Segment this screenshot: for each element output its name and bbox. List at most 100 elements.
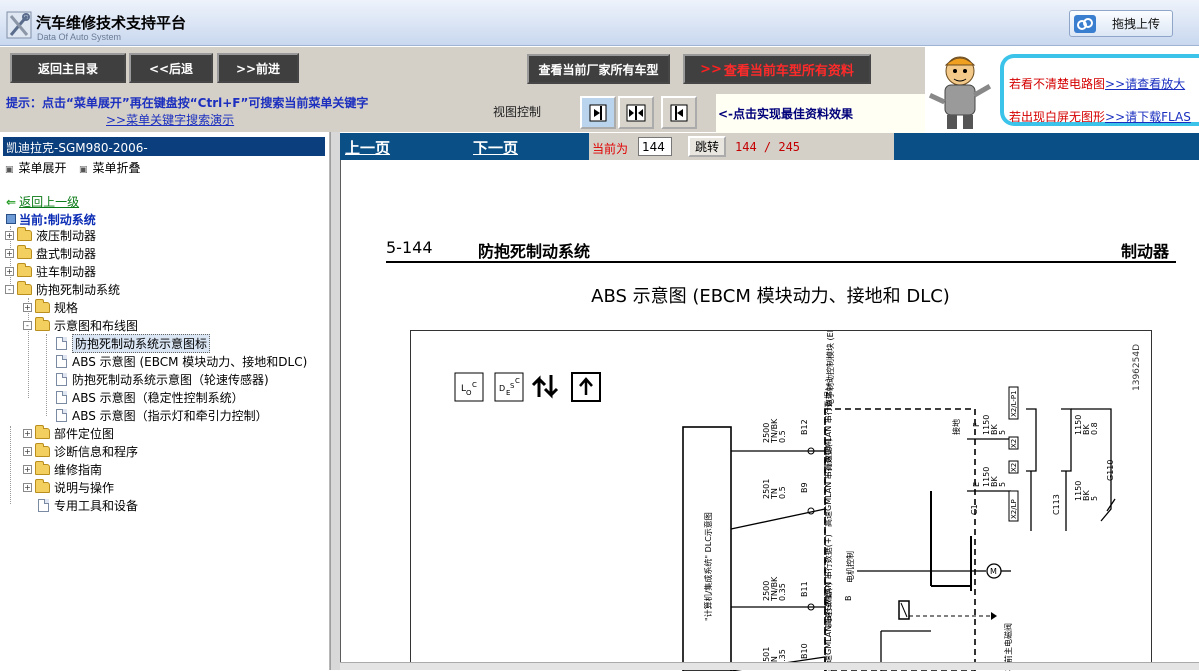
svg-text:5: 5	[998, 482, 1007, 487]
tree-item-abs-stability[interactable]: ABS 示意图（稳定性控制系统）	[56, 388, 244, 406]
jump-button[interactable]: 跳转	[688, 136, 726, 157]
motor-control-circuit: 电机控制 B M 右前主电磁阀	[844, 536, 1013, 671]
folder-icon	[17, 244, 32, 259]
open-folder-icon	[17, 280, 32, 295]
document-icon	[56, 354, 67, 368]
tree-item-hydraulic-brake[interactable]: + 液压制动器	[5, 226, 96, 244]
tree-item-label: 驻车制动器	[36, 264, 97, 279]
zoom-hint: 若看不清楚电路图>>请查看放大	[1009, 75, 1185, 92]
tree-item-label: 盘式制动器	[36, 246, 97, 261]
tree-item-abs-ebcm[interactable]: ABS 示意图 (EBCM 模块动力、接地和DLC)	[56, 352, 307, 370]
view-collapse-button[interactable]	[661, 96, 697, 129]
svg-text:B12: B12	[800, 419, 809, 435]
home-button[interactable]: 返回主目录	[10, 53, 126, 83]
drag-upload-label: 拖拽上传	[1112, 17, 1161, 31]
panel-splitter[interactable]	[330, 132, 340, 670]
page-section: 防抱死制动系统	[478, 242, 591, 261]
tree-item-label: 液压制动器	[36, 228, 97, 243]
tree-item-label: 示意图和布线图	[54, 318, 139, 333]
tree-item-parking-brake[interactable]: + 驻车制动器	[5, 262, 96, 280]
tree-item-disc-brake[interactable]: + 盘式制动器	[5, 244, 96, 262]
header-rule	[386, 261, 1176, 263]
svg-text:B9: B9	[800, 482, 809, 493]
tree-item-schematics[interactable]: - 示意图和布线图	[23, 316, 138, 334]
tree-item-label-selected: 防抱死制动系统示意图标	[72, 333, 211, 353]
collapse-minus-icon[interactable]: -	[23, 320, 32, 330]
expand-plus-icon[interactable]: +	[23, 428, 32, 438]
collapse-minus-icon[interactable]: -	[5, 284, 14, 294]
maker-models-button[interactable]: 查看当前厂家所有车型	[527, 54, 670, 84]
tree-item-abs[interactable]: - 防抱死制动系统	[5, 280, 120, 298]
best-effect-hint: <-点击实现最佳资料效果	[716, 94, 925, 133]
expand-plus-icon[interactable]: +	[23, 302, 32, 312]
tree-item-special-tools[interactable]: 专用工具和设备	[38, 496, 138, 514]
svg-text:B: B	[844, 596, 853, 602]
diagram-ref-code: 1396254D	[1132, 344, 1142, 391]
menu-expand-label: 菜单展开	[18, 161, 67, 175]
flash-download-link[interactable]: >>请下载FLAS	[1105, 110, 1191, 124]
current-model-label: 查看当前车型所有资料	[723, 63, 854, 79]
search-demo-link[interactable]: >>菜单关键字搜索演示	[106, 111, 234, 128]
menu-collapse-button[interactable]: ▣ 菜单折叠	[79, 159, 141, 176]
svg-text:O: O	[466, 389, 472, 397]
menu-expand-button[interactable]: ▣ 菜单展开	[5, 159, 67, 176]
svg-text:F: F	[972, 422, 981, 427]
svg-text:5: 5	[1090, 496, 1099, 501]
back-up-link[interactable]: ⇐ 返回上一级	[6, 193, 79, 210]
menu-collapse-label: 菜单折叠	[92, 161, 141, 175]
expand-plus-icon[interactable]: +	[5, 230, 14, 240]
tree-item-schematic-icons[interactable]: 防抱死制动系统示意图标	[56, 333, 211, 353]
menu-panel: 凯迪拉克-SGM980-2006- ▣ 菜单展开 ▣ 菜单折叠 ⇐ 返回上一级 当前:…	[0, 132, 330, 670]
expand-plus-icon[interactable]: +	[5, 248, 14, 258]
next-page-link[interactable]: 下一页	[473, 137, 518, 158]
folder-icon	[35, 424, 50, 439]
split-arrows-icon	[626, 104, 646, 121]
back-up-label: 返回上一级	[19, 195, 80, 209]
svg-text:电机控制: 电机控制	[845, 551, 855, 583]
horizontal-scrollbar[interactable]	[340, 662, 1199, 670]
tree-item-abs-wheel-speed[interactable]: 防抱死制动系统示意图（轮速传感器)	[56, 370, 269, 388]
collapse-square-icon: ▣	[79, 165, 88, 175]
expand-plus-icon[interactable]: +	[23, 464, 32, 474]
page-number-input[interactable]	[638, 137, 672, 156]
forward-button[interactable]: >>前进	[217, 53, 299, 83]
svg-text:B10: B10	[800, 643, 809, 659]
svg-text:0.8: 0.8	[1090, 422, 1099, 435]
tree-item-description[interactable]: + 说明与操作	[23, 478, 114, 496]
tree-item-repair-guide[interactable]: + 维修指南	[23, 460, 102, 478]
view-control-label: 视图控制	[493, 105, 542, 119]
expand-plus-icon[interactable]: +	[5, 266, 14, 276]
arrow-right-bar-icon	[589, 104, 607, 121]
svg-text:0.5: 0.5	[778, 430, 787, 443]
tools-logo-icon	[6, 11, 32, 39]
back-button[interactable]: <<后退	[129, 53, 213, 83]
zoom-link[interactable]: >>请查看放大	[1105, 77, 1185, 91]
tree-item-locations[interactable]: + 部件定位图	[23, 424, 114, 442]
view-expand-left-button[interactable]	[580, 96, 616, 129]
tree-item-specs[interactable]: + 规格	[23, 298, 78, 316]
view-split-button[interactable]	[618, 96, 654, 129]
prev-page-link[interactable]: 上一页	[345, 137, 390, 158]
current-model-prefix: >>	[700, 61, 722, 77]
current-model-button[interactable]: >> 查看当前车型所有资料	[683, 54, 871, 84]
drag-upload-button[interactable]: 拖拽上传	[1069, 10, 1173, 37]
tree-item-label: ABS 示意图（指示灯和牵引力控制）	[72, 408, 268, 423]
svg-text:E: E	[506, 389, 510, 397]
wiring-diagram: L O C D E S C 1396254D 电子制动控制模块 (EBCM) "…	[410, 330, 1152, 671]
tree-item-label: 防抱死制动系统示意图（轮速传感器)	[72, 372, 269, 387]
help-banner: 若看不清楚电路图>>请查看放大 若出现白屏无图形>>请下载FLAS	[925, 47, 1199, 132]
expand-plus-icon[interactable]: +	[23, 446, 32, 456]
expand-plus-icon[interactable]: +	[23, 482, 32, 492]
svg-text:C: C	[515, 377, 520, 385]
open-folder-icon	[35, 316, 50, 331]
toolbar: 返回主目录 <<后退 >>前进 查看当前厂家所有车型 >> 查看当前车型所有资料…	[0, 47, 925, 133]
folder-icon	[35, 298, 50, 313]
tree-item-abs-indicator[interactable]: ABS 示意图（指示灯和牵引力控制）	[56, 406, 268, 424]
tree-item-diagnostics[interactable]: + 诊断信息和程序	[23, 442, 138, 460]
svg-text:E: E	[972, 482, 981, 487]
wire-gmlan-plus-1: 2500 TN/BK 0.5 B12 高速GMLAN 串行数据(+)	[731, 378, 833, 471]
folder-icon	[17, 262, 32, 277]
dlc-label: "计算机/集成系统" DLC示意图	[703, 512, 713, 621]
app-subtitle: Data Of Auto System	[37, 32, 122, 42]
document-icon	[56, 336, 67, 350]
